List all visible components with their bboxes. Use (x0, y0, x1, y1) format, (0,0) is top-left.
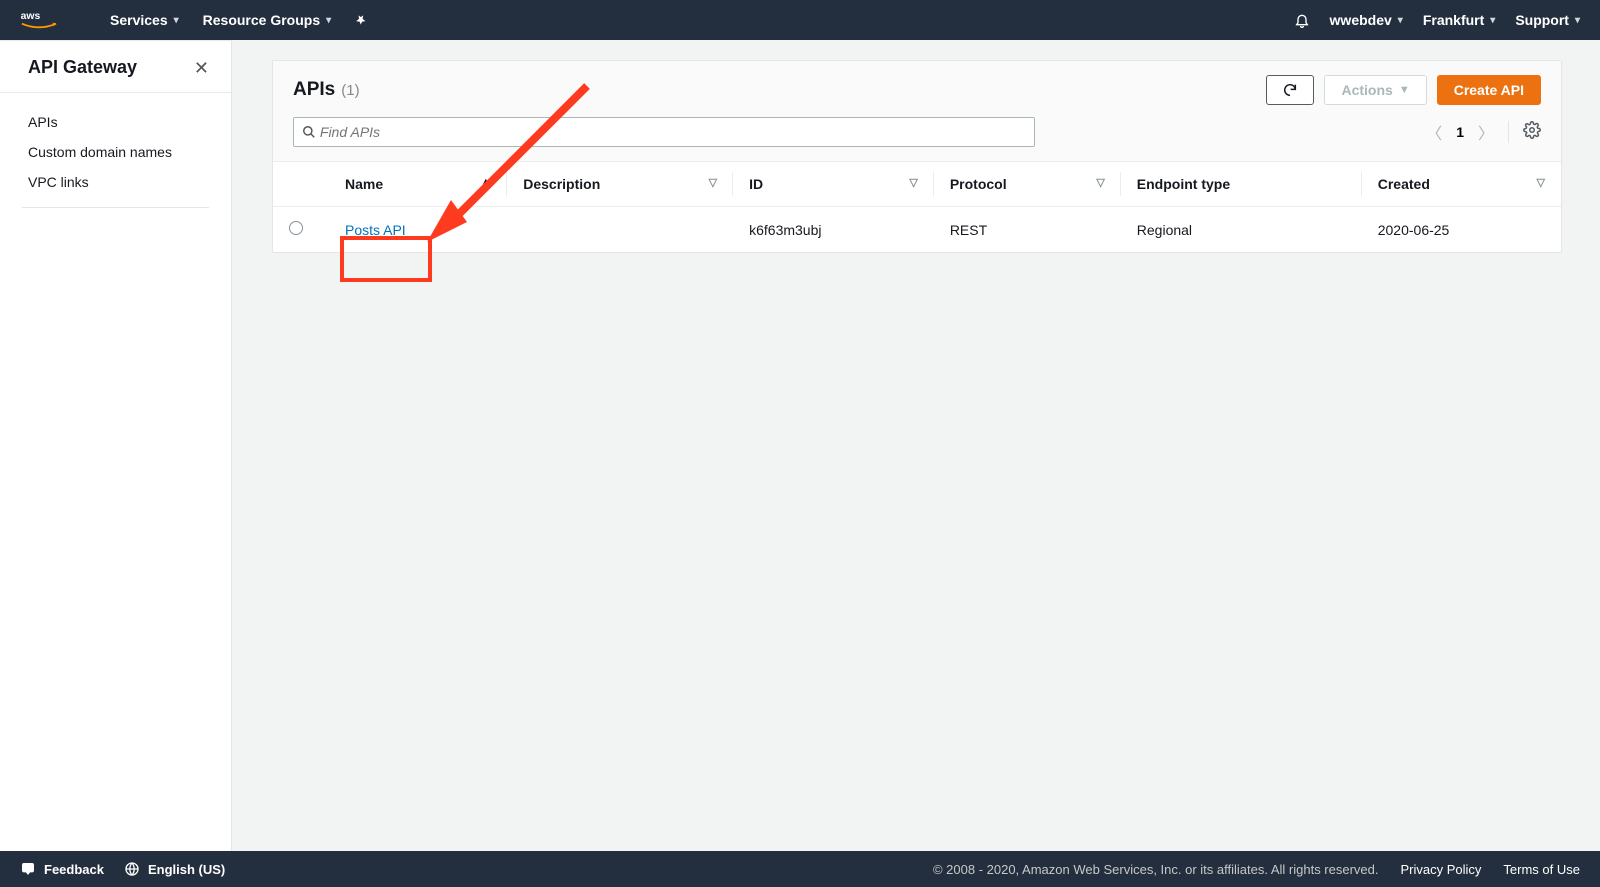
nav-resource-groups-label: Resource Groups (203, 12, 320, 28)
filter-icon: ▽ (709, 176, 717, 189)
sidebar-item-label: APIs (28, 114, 58, 130)
gear-icon (1523, 121, 1541, 139)
nav-resource-groups[interactable]: Resource Groups ▾ (203, 12, 332, 28)
column-endpoint-type[interactable]: Endpoint type (1121, 162, 1362, 207)
column-created[interactable]: Created ▽ (1362, 162, 1561, 207)
page-title: APIs (293, 79, 335, 101)
column-id[interactable]: ID ▽ (733, 162, 934, 207)
privacy-policy-link[interactable]: Privacy Policy (1401, 862, 1482, 877)
nav-region-label: Frankfurt (1423, 12, 1484, 28)
main-content: APIs (1) Actions ▼ Create API (232, 40, 1600, 851)
aws-logo[interactable]: aws (20, 9, 58, 31)
apis-table: Name ▲ Description ▽ ID ▽ (273, 162, 1561, 252)
language-label: English (US) (148, 862, 225, 877)
sidebar-header: API Gateway ✕ (0, 40, 231, 93)
feedback-link[interactable]: Feedback (20, 861, 104, 877)
cell-protocol: REST (950, 222, 987, 238)
chevron-down-icon: ▾ (326, 15, 331, 26)
column-header-label: Created (1378, 176, 1430, 192)
close-icon[interactable]: ✕ (194, 59, 209, 77)
top-nav: aws Services ▾ Resource Groups ▾ wwebdev… (0, 0, 1600, 40)
apis-card: APIs (1) Actions ▼ Create API (272, 60, 1562, 253)
column-header-label: Protocol (950, 176, 1007, 192)
sidebar-item-custom-domain-names[interactable]: Custom domain names (0, 137, 231, 167)
filter-icon: ▽ (1096, 176, 1104, 189)
nav-notifications-icon[interactable] (1294, 12, 1310, 28)
column-header-label: Name (345, 176, 383, 192)
page-number: 1 (1456, 124, 1464, 140)
table-row[interactable]: Posts API k6f63m3ubj REST Regional 2020-… (273, 207, 1561, 253)
search-input[interactable] (320, 124, 1026, 140)
refresh-icon (1282, 82, 1298, 98)
sidebar: API Gateway ✕ APIs Custom domain names V… (0, 40, 232, 851)
globe-icon (124, 861, 140, 877)
nav-pin-icon[interactable] (355, 13, 369, 27)
card-header: APIs (1) Actions ▼ Create API (273, 61, 1561, 162)
item-count: (1) (341, 82, 359, 99)
nav-support-label: Support (1515, 12, 1569, 28)
chevron-down-icon: ▾ (174, 15, 179, 26)
prev-page-button[interactable]: 〈 (1426, 120, 1442, 144)
pager: 〈 1 〉 (1426, 120, 1541, 144)
create-api-button[interactable]: Create API (1437, 75, 1541, 105)
sidebar-nav: APIs Custom domain names VPC links (0, 93, 231, 232)
column-description[interactable]: Description ▽ (507, 162, 733, 207)
sidebar-item-label: VPC links (28, 174, 89, 190)
svg-text:aws: aws (21, 11, 41, 22)
nav-region[interactable]: Frankfurt ▾ (1423, 12, 1495, 28)
filter-icon: ▽ (909, 176, 917, 189)
filter-icon: ▽ (1537, 176, 1545, 189)
sidebar-item-vpc-links[interactable]: VPC links (0, 167, 231, 197)
chevron-down-icon: ▾ (1575, 15, 1580, 26)
create-api-button-label: Create API (1454, 82, 1524, 98)
sidebar-divider (22, 207, 209, 208)
column-header-label: Description (523, 176, 600, 192)
feedback-label: Feedback (44, 862, 104, 877)
terms-of-use-link[interactable]: Terms of Use (1503, 862, 1580, 877)
nav-account[interactable]: wwebdev ▾ (1330, 12, 1403, 28)
copyright-text: © 2008 - 2020, Amazon Web Services, Inc.… (933, 862, 1379, 877)
sidebar-item-label: Custom domain names (28, 144, 172, 160)
chevron-down-icon: ▾ (1490, 15, 1495, 26)
language-selector[interactable]: English (US) (124, 861, 225, 877)
nav-services-label: Services (110, 12, 168, 28)
nav-services[interactable]: Services ▾ (110, 12, 179, 28)
next-page-button[interactable]: 〉 (1478, 120, 1494, 144)
privacy-label: Privacy Policy (1401, 862, 1482, 877)
search-input-wrapper[interactable] (293, 117, 1035, 147)
chevron-down-icon: ▾ (1398, 15, 1403, 26)
sidebar-item-apis[interactable]: APIs (0, 107, 231, 137)
sort-asc-icon: ▲ (480, 176, 491, 188)
column-header-label: ID (749, 176, 763, 192)
cell-endpoint-type: Regional (1137, 222, 1192, 238)
settings-button[interactable] (1523, 121, 1541, 144)
search-icon (302, 125, 316, 139)
column-header-label: Endpoint type (1137, 176, 1230, 192)
column-select (273, 162, 329, 207)
column-name[interactable]: Name ▲ (329, 162, 507, 207)
chevron-down-icon: ▼ (1399, 84, 1410, 96)
speech-bubble-icon (20, 861, 36, 877)
cell-id: k6f63m3ubj (749, 222, 821, 238)
actions-button[interactable]: Actions ▼ (1324, 75, 1426, 105)
api-name-link[interactable]: Posts API (345, 222, 406, 238)
divider (1508, 121, 1509, 143)
nav-account-label: wwebdev (1330, 12, 1392, 28)
footer: Feedback English (US) © 2008 - 2020, Ama… (0, 851, 1600, 887)
cell-created: 2020-06-25 (1378, 222, 1450, 238)
column-protocol[interactable]: Protocol ▽ (934, 162, 1121, 207)
terms-label: Terms of Use (1503, 862, 1580, 877)
nav-support[interactable]: Support ▾ (1515, 12, 1580, 28)
row-select-radio[interactable] (289, 221, 303, 235)
actions-button-label: Actions (1341, 82, 1392, 98)
sidebar-title: API Gateway (28, 57, 137, 78)
refresh-button[interactable] (1266, 75, 1314, 105)
